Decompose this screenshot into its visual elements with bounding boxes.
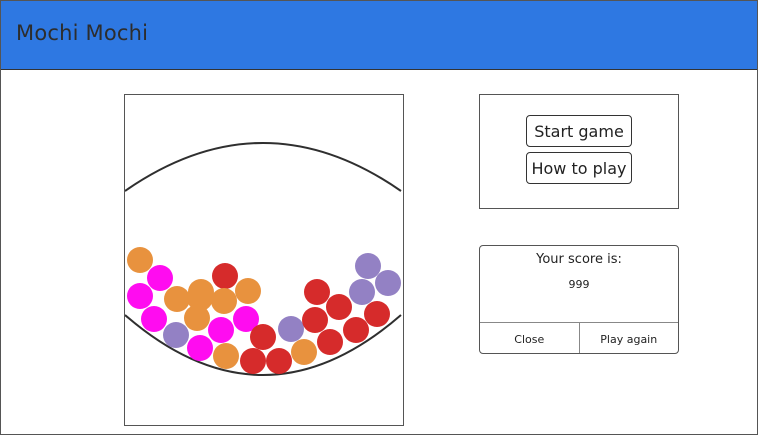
score-dialog: Your score is: 999 Close Play again xyxy=(479,245,679,354)
magenta-mochi-ball[interactable] xyxy=(141,306,167,332)
mochi-balls xyxy=(127,247,401,374)
score-value: 999 xyxy=(568,278,590,291)
play-again-button[interactable]: Play again xyxy=(578,323,679,353)
how-to-play-button[interactable]: How to play xyxy=(526,152,632,184)
game-canvas[interactable] xyxy=(125,95,403,425)
app-title: Mochi Mochi xyxy=(16,21,149,45)
magenta-mochi-ball[interactable] xyxy=(187,335,213,361)
orange-mochi-ball[interactable] xyxy=(291,339,317,365)
bowl-top-curve xyxy=(125,142,402,192)
score-title: Your score is: xyxy=(536,252,622,267)
purple-mochi-ball[interactable] xyxy=(375,270,401,296)
red-mochi-ball[interactable] xyxy=(240,348,266,374)
red-mochi-ball[interactable] xyxy=(326,294,352,320)
start-game-button[interactable]: Start game xyxy=(526,115,632,147)
red-mochi-ball[interactable] xyxy=(317,329,343,355)
red-mochi-ball[interactable] xyxy=(304,279,330,305)
score-actions: Close Play again xyxy=(480,322,679,353)
orange-mochi-ball[interactable] xyxy=(184,305,210,331)
purple-mochi-ball[interactable] xyxy=(355,253,381,279)
app-header: Mochi Mochi xyxy=(1,1,757,70)
red-mochi-ball[interactable] xyxy=(343,317,369,343)
orange-mochi-ball[interactable] xyxy=(164,286,190,312)
red-mochi-ball[interactable] xyxy=(212,263,238,289)
red-mochi-ball[interactable] xyxy=(266,348,292,374)
magenta-mochi-ball[interactable] xyxy=(208,317,234,343)
purple-mochi-ball[interactable] xyxy=(163,322,189,348)
orange-mochi-ball[interactable] xyxy=(127,247,153,273)
red-mochi-ball[interactable] xyxy=(364,301,390,327)
orange-mochi-ball[interactable] xyxy=(235,278,261,304)
red-mochi-ball[interactable] xyxy=(250,324,276,350)
purple-mochi-ball[interactable] xyxy=(349,279,375,305)
red-mochi-ball[interactable] xyxy=(302,307,328,333)
close-button[interactable]: Close xyxy=(480,323,579,353)
game-board[interactable] xyxy=(124,94,404,426)
purple-mochi-ball[interactable] xyxy=(278,316,304,342)
orange-mochi-ball[interactable] xyxy=(213,343,239,369)
orange-mochi-ball[interactable] xyxy=(211,288,237,314)
magenta-mochi-ball[interactable] xyxy=(127,283,153,309)
menu-panel: Start game How to play xyxy=(479,94,679,209)
orange-mochi-ball[interactable] xyxy=(188,279,214,305)
magenta-mochi-ball[interactable] xyxy=(147,265,173,291)
